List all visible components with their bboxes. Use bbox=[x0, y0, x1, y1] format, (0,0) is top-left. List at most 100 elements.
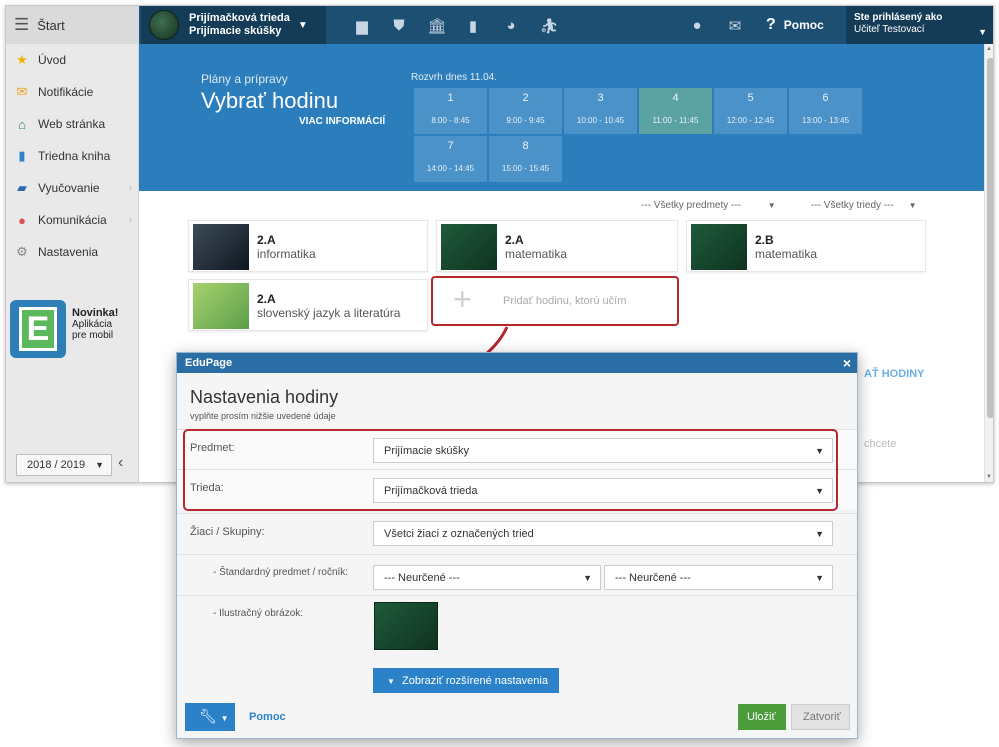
lesson-header: Plány a prípravy Vybrať hodinu VIAC INFO… bbox=[139, 44, 984, 191]
more-info-link[interactable]: VIAC INFORMÁCIÍ bbox=[299, 116, 385, 127]
sidebar-item-triedna-kniha[interactable]: ▮ Triedna kniha bbox=[6, 140, 138, 172]
slot-number: 3 bbox=[597, 92, 604, 104]
lesson-card[interactable]: 2.B matematika bbox=[686, 220, 926, 272]
section-subtitle: Plány a prípravy bbox=[201, 72, 288, 86]
close-button[interactable]: Zatvoriť bbox=[791, 704, 850, 730]
class-switcher[interactable]: Prijímačková trieda Prijímacie skúšky ▼ bbox=[141, 6, 326, 44]
caret-down-icon: ▼ bbox=[387, 677, 395, 686]
lesson-class: 2.A bbox=[505, 233, 524, 247]
lesson-image bbox=[691, 224, 747, 270]
sidebar-item-komunikacia[interactable]: ● Komunikácia › bbox=[6, 204, 138, 236]
shield-icon[interactable]: ⛊ bbox=[388, 17, 410, 34]
class-name: Prijímačková trieda bbox=[189, 12, 290, 24]
caret-down-icon: ▼ bbox=[220, 714, 229, 723]
subject-filter-value: --- Všetky predmety --- bbox=[641, 200, 742, 211]
start-menu-button[interactable]: ☰ Štart bbox=[6, 6, 139, 44]
plus-icon: + bbox=[453, 281, 472, 317]
user-signed-in-label: Ste prihlásený ako bbox=[854, 12, 943, 23]
groups-select[interactable]: Všetci žiaci z označených tried ▼ bbox=[373, 521, 833, 546]
chevron-right-icon: › bbox=[128, 214, 132, 226]
sidebar-item-nastavenia[interactable]: ⚙ Nastavenia bbox=[6, 236, 138, 268]
slot-time: 15:00 - 15:45 bbox=[501, 164, 550, 173]
slot-time: 8:00 - 8:45 bbox=[431, 116, 470, 125]
sidebar-item-notifikacie[interactable]: ✉ Notifikácie bbox=[6, 76, 138, 108]
close-icon[interactable]: × bbox=[843, 355, 851, 371]
slot-time: 11:00 - 11:45 bbox=[652, 116, 699, 125]
partially-hidden-link[interactable]: AŤ HODINY bbox=[864, 368, 925, 380]
class-filter[interactable]: --- Všetky triedy --- ▼ bbox=[811, 200, 916, 211]
briefcase-icon[interactable]: ▆ bbox=[351, 17, 373, 35]
lesson-subject: slovenský jazyk a literatúra bbox=[257, 306, 401, 320]
slot-number: 7 bbox=[447, 140, 454, 152]
mail-icon[interactable]: ✉ bbox=[724, 17, 746, 35]
scrollbar-thumb[interactable] bbox=[987, 58, 993, 418]
bar-chart-icon[interactable]: ▮ bbox=[462, 17, 484, 35]
tools-button[interactable]: 🔧︎ ▼ bbox=[185, 703, 235, 731]
lesson-class: 2.A bbox=[257, 233, 276, 247]
institution-icon[interactable]: 🏛︎ bbox=[426, 17, 448, 35]
schedule-slot[interactable]: 6 13:00 - 13:45 bbox=[789, 88, 862, 134]
image-row: - Ilustračný obrázok: bbox=[177, 595, 857, 665]
schedule-slot[interactable]: 7 14:00 - 14:45 bbox=[414, 136, 487, 182]
schedule-slot[interactable]: 5 12:00 - 12:45 bbox=[714, 88, 787, 134]
sidebar-item-label: Komunikácia bbox=[38, 213, 107, 227]
help-link[interactable]: Pomoc bbox=[249, 711, 286, 723]
scroll-down-icon[interactable]: ▼ bbox=[986, 474, 992, 480]
pie-chart-icon[interactable]: ◕ bbox=[500, 17, 522, 34]
school-year-select[interactable]: 2018 / 2019 ▼ bbox=[16, 454, 112, 476]
schedule-slot[interactable]: 2 9:00 - 9:45 bbox=[489, 88, 562, 134]
open-book-icon: ▰ bbox=[17, 180, 27, 195]
lesson-card[interactable]: 2.A slovenský jazyk a literatúra bbox=[188, 279, 428, 331]
chat-icon: ● bbox=[18, 212, 26, 228]
illustration-image[interactable] bbox=[374, 602, 438, 650]
caret-down-icon: ▼ bbox=[908, 201, 917, 210]
lesson-class: 2.A bbox=[257, 292, 276, 306]
slot-number: 1 bbox=[447, 92, 454, 104]
slot-number: 8 bbox=[522, 140, 529, 152]
slot-number: 6 bbox=[822, 92, 829, 104]
add-lesson-card[interactable]: + Pridať hodinu, ktorú učím bbox=[431, 276, 679, 326]
slot-time: 13:00 - 13:45 bbox=[801, 116, 850, 125]
sidebar-item-vyucovanie[interactable]: ▰ Vyučovanie › bbox=[6, 172, 138, 204]
slot-number: 2 bbox=[522, 92, 529, 104]
standard-subject-select[interactable]: --- Neurčené --- ▼ bbox=[373, 565, 601, 590]
dialog-title: Nastavenia hodiny bbox=[190, 387, 339, 407]
advanced-settings-button[interactable]: ▼ Zobraziť rozšírené nastavenia bbox=[373, 668, 559, 693]
class-filter-value: --- Všetky triedy --- bbox=[811, 200, 894, 211]
promo-title: Novinka! bbox=[72, 307, 119, 319]
schedule-slot[interactable]: 3 10:00 - 10:45 bbox=[564, 88, 637, 134]
people-walking-icon[interactable]: ⛹︎ bbox=[538, 17, 560, 35]
lesson-settings-dialog: EduPage × Nastavenia hodiny vyplňte pros… bbox=[176, 352, 858, 739]
schedule-slot[interactable]: 1 8:00 - 8:45 bbox=[414, 88, 487, 134]
lesson-card[interactable]: 2.A informatika bbox=[188, 220, 428, 272]
collapse-sidebar-icon[interactable]: ‹ bbox=[118, 454, 123, 472]
promo-text: Novinka! Aplikácia pre mobil bbox=[72, 300, 119, 342]
mobile-app-promo[interactable]: E Novinka! Aplikácia pre mobil bbox=[10, 300, 135, 360]
caret-down-icon: ▼ bbox=[815, 529, 824, 539]
lesson-image bbox=[193, 224, 249, 270]
advanced-settings-label: Zobraziť rozšírené nastavenia bbox=[401, 675, 548, 687]
caret-down-icon: ▼ bbox=[978, 27, 987, 37]
schedule-slot-current[interactable]: 4 11:00 - 11:45 bbox=[639, 88, 712, 134]
subject-filter[interactable]: --- Všetky predmety --- ▼ bbox=[641, 200, 776, 211]
schedule-slot[interactable]: 8 15:00 - 15:45 bbox=[489, 136, 562, 182]
schedule-title: Rozvrh dnes 11.04. bbox=[411, 72, 497, 83]
lesson-image bbox=[193, 283, 249, 329]
caret-down-icon: ▼ bbox=[767, 201, 776, 210]
book-icon: ▮ bbox=[18, 148, 26, 163]
chat-bubbles-icon[interactable]: ● bbox=[686, 17, 708, 34]
scroll-up-icon[interactable]: ▲ bbox=[986, 46, 992, 52]
envelope-icon: ✉ bbox=[16, 84, 28, 99]
user-menu[interactable]: Ste prihlásený ako Učiteľ Testovací ▼ bbox=[846, 6, 993, 44]
help-button[interactable]: ? Pomoc bbox=[766, 6, 824, 44]
hamburger-icon: ☰ bbox=[14, 15, 30, 34]
sidebar-item-web[interactable]: ⌂ Web stránka bbox=[6, 108, 138, 140]
sidebar-item-uvod[interactable]: ★ Úvod bbox=[6, 44, 138, 76]
standard-grade-select[interactable]: --- Neurčené --- ▼ bbox=[604, 565, 833, 590]
vertical-scrollbar[interactable]: ▲ ▼ bbox=[984, 44, 993, 482]
edupage-logo: E bbox=[10, 300, 66, 358]
lesson-card[interactable]: 2.A matematika bbox=[436, 220, 678, 272]
caret-down-icon: ▼ bbox=[815, 573, 824, 583]
save-button[interactable]: Uložiť bbox=[738, 704, 786, 730]
help-label: Pomoc bbox=[783, 18, 824, 32]
